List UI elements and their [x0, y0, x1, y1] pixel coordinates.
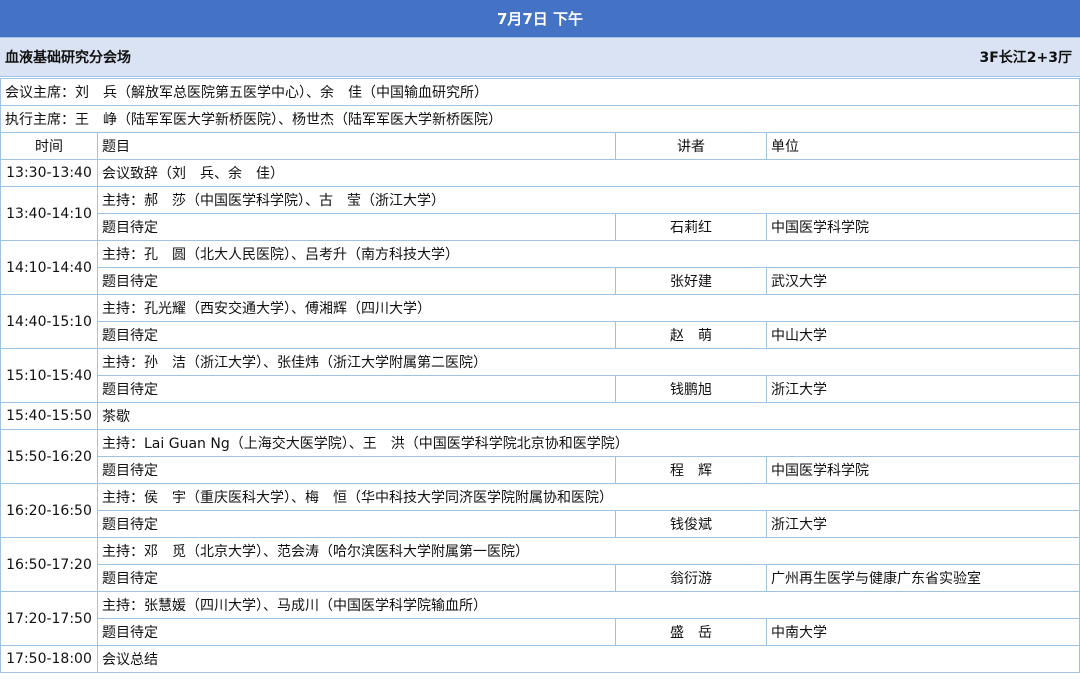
talk-unit: 浙江大学 — [766, 375, 1080, 403]
talk-topic: 题目待定 — [97, 456, 616, 484]
talk-unit: 中国医学科学院 — [766, 456, 1080, 484]
talk-speaker: 赵 萌 — [615, 321, 767, 349]
talk-topic: 题目待定 — [97, 267, 616, 295]
slot-host: 主持：孙 洁（浙江大学）、张佳炜（浙江大学附属第二医院） — [97, 348, 1080, 376]
col-header-speaker: 讲者 — [615, 132, 767, 160]
slot-time: 17:20-17:50 — [0, 591, 98, 646]
talk-speaker: 石莉红 — [615, 213, 767, 241]
talk-topic: 题目待定 — [97, 564, 616, 592]
slot-time: 17:50-18:00 — [0, 645, 98, 673]
talk-row: 题目待定盛 岳中南大学 — [1, 618, 1080, 646]
schedule-row: 14:40-15:10 主持：孔光耀（西安交通大学）、傅湘辉（四川大学） — [0, 294, 1080, 349]
venue-name: 血液基础研究分会场 — [5, 50, 131, 66]
talk-unit: 中国医学科学院 — [766, 213, 1080, 241]
col-header-time: 时间 — [0, 132, 98, 160]
executive-chair-row: 执行主席：王 峥（陆军军医大学新桥医院）、杨世杰（陆军军医大学新桥医院） — [0, 105, 1080, 133]
talk-row: 题目待定 张好建 武汉大学 — [1, 267, 1080, 295]
talk-speaker: 翁衍游 — [615, 564, 767, 592]
talk-row: 题目待定 翁衍游 广州再生医学与健康广东省实验室 — [1, 564, 1080, 592]
schedule-row: 14:10-14:40 主持：孔 圆（北大人民医院）、吕考升（南方科技大学） — [0, 240, 1080, 295]
talk-speaker: 程 辉 — [615, 456, 767, 484]
talk-unit: 武汉大学 — [766, 267, 1080, 295]
column-header-row: 时间 题目 讲者 单位 — [0, 132, 1080, 160]
schedule-row: 15:50-16:20 主持：Lai Guan Ng（上海交大医学院）、王 洪（中… — [0, 429, 1080, 484]
slot-activity: 茶歇 — [97, 402, 1080, 430]
talk-row: 题目待定程 辉中国医学科学院 — [1, 456, 1080, 484]
talk-unit: 广州再生医学与健康广东省实验室 — [766, 564, 1080, 592]
schedule-row: 13:30-13:40 会议致辞（刘 兵、余 佳） — [0, 159, 1080, 187]
slot-activity: 会议总结 — [97, 645, 1080, 673]
slot-time: 14:40-15:10 — [0, 294, 98, 349]
talk-row: 题目待定赵 萌中山大学 — [1, 321, 1080, 349]
slot-time: 15:10-15:40 — [0, 348, 98, 403]
slot-host: 主持：郝 莎（中国医学科学院）、古 莹（浙江大学） — [97, 186, 1080, 214]
slot-time: 15:40-15:50 — [0, 402, 98, 430]
slot-host: 主持：孔 圆（北大人民医院）、吕考升（南方科技大学） — [97, 240, 1080, 268]
slot-host: 主持：孔光耀（西安交通大学）、傅湘辉（四川大学） — [97, 294, 1080, 322]
talk-speaker: 张好建 — [615, 267, 767, 295]
venue-bar: 血液基础研究分会场 3F长江2+3厅 — [0, 37, 1080, 77]
schedule-row: 16:20-16:50 主持：侯 宇（重庆医科大学）、梅 恒（华中科技大学同济医学… — [0, 483, 1080, 538]
venue-room: 3F长江2+3厅 — [979, 50, 1072, 66]
slot-time: 16:50-17:20 — [0, 537, 98, 592]
talk-speaker: 盛 岳 — [615, 618, 767, 646]
slot-host: 主持：邓 觅（北京大学）、范会涛（哈尔滨医科大学附属第一医院） — [97, 537, 1080, 565]
slot-time: 15:50-16:20 — [0, 429, 98, 484]
col-header-topic: 题目 — [97, 132, 616, 160]
talk-topic: 题目待定 — [97, 321, 616, 349]
talk-speaker: 钱俊斌 — [615, 510, 767, 538]
slot-time: 13:30-13:40 — [0, 159, 98, 187]
schedule-page: 7月7日 下午 血液基础研究分会场 3F长江2+3厅 会议主席：刘 兵（解放军总… — [0, 0, 1080, 693]
talk-topic: 题目待定 — [97, 510, 616, 538]
talk-unit: 中南大学 — [766, 618, 1080, 646]
talk-topic: 题目待定 — [97, 213, 616, 241]
schedule-row: 17:20-17:50 主持：张慧媛（四川大学）、马成川（中国医学科学院输血所） — [0, 591, 1080, 646]
slot-time: 14:10-14:40 — [0, 240, 98, 295]
talk-unit: 浙江大学 — [766, 510, 1080, 538]
executive-chairs: 执行主席：王 峥（陆军军医大学新桥医院）、杨世杰（陆军军医大学新桥医院） — [0, 105, 1080, 133]
slot-activity: 会议致辞（刘 兵、余 佳） — [97, 159, 1080, 187]
talk-unit: 中山大学 — [766, 321, 1080, 349]
slot-host: 主持：Lai Guan Ng（上海交大医学院）、王 洪（中国医学科学院北京协和医… — [97, 429, 1080, 457]
talk-row: 题目待定 石莉红 中国医学科学院 — [1, 213, 1080, 241]
schedule-table: 会议主席：刘 兵（解放军总医院第五医学中心）、余 佳（中国输血研究所） 执行主席… — [0, 78, 1080, 673]
schedule-row: 16:50-17:20 主持：邓 觅（北京大学）、范会涛（哈尔滨医科大学附属第一医… — [0, 537, 1080, 592]
date-banner: 7月7日 下午 — [0, 0, 1080, 37]
session-chair-row: 会议主席：刘 兵（解放军总医院第五医学中心）、余 佳（中国输血研究所） — [0, 78, 1080, 106]
slot-host: 主持：侯 宇（重庆医科大学）、梅 恒（华中科技大学同济医学院附属协和医院） — [97, 483, 1080, 511]
slot-host: 主持：张慧媛（四川大学）、马成川（中国医学科学院输血所） — [97, 591, 1080, 619]
slot-time: 13:40-14:10 — [0, 186, 98, 241]
talk-speaker: 钱鹏旭 — [615, 375, 767, 403]
schedule-row: 13:40-14:10 主持：郝 莎（中国医学科学院）、古 莹（浙江大学） — [0, 186, 1080, 241]
schedule-row: 17:50-18:00 会议总结 — [0, 645, 1080, 673]
talk-row: 题目待定 钱鹏旭 浙江大学 — [1, 375, 1080, 403]
talk-row: 题目待定 钱俊斌 浙江大学 — [1, 510, 1080, 538]
schedule-row: 15:40-15:50 茶歇 — [0, 402, 1080, 430]
col-header-unit: 单位 — [766, 132, 1080, 160]
session-chairs: 会议主席：刘 兵（解放军总医院第五医学中心）、余 佳（中国输血研究所） — [0, 78, 1080, 106]
schedule-row: 15:10-15:40 主持：孙 洁（浙江大学）、张佳炜（浙江大学附属第二医院） — [0, 348, 1080, 403]
talk-topic: 题目待定 — [97, 618, 616, 646]
talk-topic: 题目待定 — [97, 375, 616, 403]
slot-time: 16:20-16:50 — [0, 483, 98, 538]
